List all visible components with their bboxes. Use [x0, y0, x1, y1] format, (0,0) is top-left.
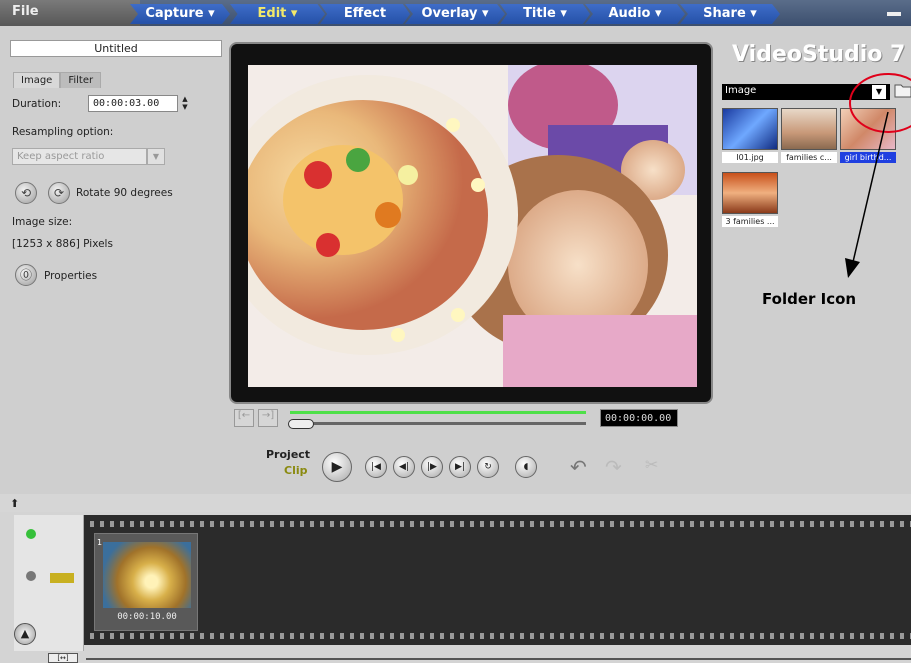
- timeline-scrollbar[interactable]: [86, 658, 911, 660]
- expand-up-icon[interactable]: ⬆: [10, 497, 19, 510]
- storyboard-view-icon[interactable]: [26, 529, 36, 539]
- timeline-mode-panel: ▲: [14, 515, 84, 651]
- film-perforation: [84, 521, 911, 527]
- folder-icon-annotation: Folder Icon: [762, 290, 857, 308]
- timeline-toolbar: ⬆: [0, 494, 911, 512]
- clip-duration: 00:00:10.00: [117, 612, 177, 622]
- timeline-clip[interactable]: 1 00:00:10.00: [94, 533, 198, 631]
- annotation-arrow-line: [852, 111, 889, 263]
- clip-index: 1: [97, 538, 103, 547]
- video-track-icon: [50, 573, 74, 583]
- video-track: 1 00:00:10.00: [84, 515, 911, 645]
- open-file-icon[interactable]: ▲: [14, 623, 36, 645]
- annotation-circle: [849, 73, 911, 133]
- zoom-fit-icon[interactable]: [↔]: [48, 653, 78, 663]
- annotation-arrowhead: [845, 258, 860, 278]
- timeline-view-icon[interactable]: [26, 571, 36, 581]
- clip-thumbnail: [103, 542, 191, 608]
- videostudio-window: File Capture ▾ Edit ▾ Effect Overlay ▾ T…: [0, 0, 911, 663]
- storyboard-timeline: ▲ 1 00:00:10.00: [0, 512, 911, 663]
- film-perforation: [84, 633, 911, 639]
